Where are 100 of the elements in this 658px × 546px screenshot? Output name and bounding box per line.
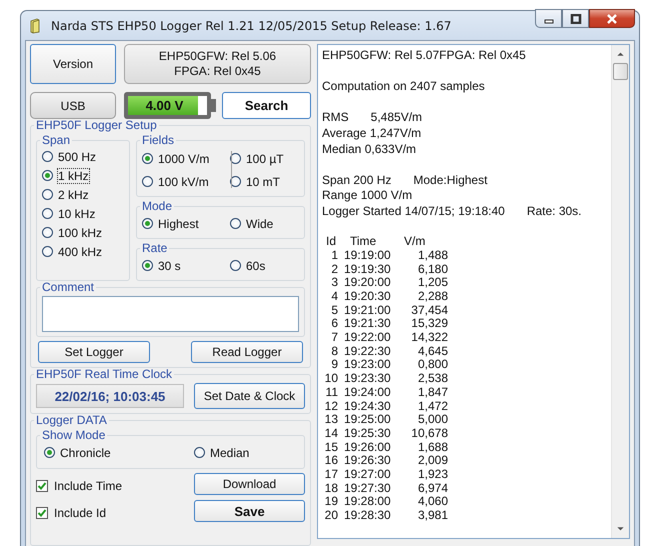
version-button[interactable]: Version [30,44,116,84]
table-cell-text: 10 [324,372,338,386]
table-cell-text: 19:27:30 [344,482,392,496]
table-cell-text: 19:23:00 [344,358,392,372]
radio-button[interactable] [142,260,153,271]
radio-button[interactable] [142,218,153,229]
table-cell-text: 19:21:00 [344,304,392,318]
table-cell-text: 19:27:00 [344,468,392,482]
scrollbar[interactable] [611,45,629,538]
table-cell-text: 12 [324,400,338,414]
radio-button[interactable] [42,189,53,200]
table-cell-text: 19:20:30 [344,290,392,304]
column-header: Id [326,235,338,249]
table-cell-text: 8 [330,344,338,358]
scroll-down-icon[interactable] [616,526,625,532]
radio-label: 10 kHz [58,206,96,220]
radio-button[interactable] [230,153,241,164]
table-cell-text: 14,322 [410,331,448,345]
table-cell-text: 13 [324,413,338,427]
table-cell-text: 1,923 [416,468,448,482]
checkbox[interactable] [36,480,48,492]
table-cell-text: 6,180 [416,262,448,276]
table-cell-text: 19:25:00 [344,413,392,427]
table-cell-text: 19:23:30 [344,372,392,386]
close-icon [606,14,618,24]
table-cell-text: 19:24:30 [344,400,392,414]
radio-button[interactable] [230,176,241,187]
table-cell-text: 1 [330,248,338,263]
set-date-clock-button[interactable]: Set Date & Clock [194,383,305,409]
scroll-thumb[interactable] [613,63,628,80]
battery-voltage: 4.00 V [144,97,184,115]
table-cell-text: 1,847 [416,386,448,400]
save-button[interactable]: Save [194,500,305,522]
set-logger-button[interactable]: Set Logger [38,341,150,363]
radio-button[interactable] [42,208,53,219]
table-cell-text: 1,488 [416,248,448,263]
scroll-up-icon[interactable] [616,51,625,57]
table-cell-text: 0,800 [416,358,448,372]
table-cell-text: 2,288 [416,290,448,304]
minimize-button[interactable] [535,9,562,28]
table-cell-text: 7 [330,331,338,345]
table-cell-text: 4 [330,290,338,304]
group-title: EHP50F Logger Setup [35,119,158,132]
radio-button[interactable] [230,218,241,229]
table-cell-text: 14 [324,426,338,441]
radio-button[interactable] [42,170,53,181]
table-cell-text: 19:21:30 [344,317,392,332]
radio-button[interactable] [194,447,205,458]
radio-button[interactable] [44,447,55,458]
group-title: Logger DATA [35,414,108,427]
checkbox[interactable] [36,507,48,519]
comment-field[interactable] [42,296,299,332]
firmware-text: FPGA: Rel 0x45 [174,64,261,79]
radio-label: 100 kV/m [158,174,209,188]
usb-button[interactable]: USB [30,92,116,119]
maximize-button[interactable] [562,9,589,28]
table-cell-text: 4,645 [416,344,448,358]
firmware-text: EHP50GFW: Rel 5.06 [158,49,276,64]
output-text: 5,485V/m [370,110,422,124]
table-cell-text: 37,454 [410,304,448,318]
checkbox-label: Include Time [54,479,122,493]
table-cell-text: 19:24:00 [344,386,392,400]
table-cell-text: 2,538 [416,372,448,386]
column-header: Time [350,235,378,249]
output-text: Logger Started 14/07/15; 19:18:40 [322,204,505,218]
table-cell-text: 19:19:30 [344,262,392,276]
output-text: Span 200 Hz [322,172,392,187]
table-cell-text: 17 [324,468,338,482]
check-icon [37,481,47,491]
table-cell-text: 11 [324,386,338,400]
table-cell-text: 19:22:00 [344,331,392,345]
table-cell-text: 15 [324,440,338,454]
check-icon [37,508,47,518]
radio-button[interactable] [42,227,53,238]
radio-label: 30 s [158,258,181,272]
download-button[interactable]: Download [194,473,305,495]
search-button[interactable]: Search [222,92,311,119]
checkbox-label: Include Id [54,506,106,520]
table-cell-text: 5,000 [416,413,448,427]
table-cell-text: 20 [324,509,338,523]
table-cell-text: 1,205 [416,276,448,290]
read-logger-button[interactable]: Read Logger [191,341,303,363]
table-cell-text: 19:28:00 [344,495,392,510]
table-cell-text: 18 [324,482,338,496]
table-cell-text: 19:22:30 [344,344,392,358]
table-cell-text: 16 [324,454,338,468]
output-text: Computation on 2407 samples [322,79,485,94]
radio-button[interactable] [42,151,53,162]
group-title: EHP50F Real Time Clock [35,368,174,381]
radio-label: Wide [246,216,274,230]
group-title: Rate [141,242,168,255]
radio-button[interactable] [142,153,153,164]
group-title: Show Mode [41,429,106,442]
column-header: V/m [404,235,426,249]
group-title: Span [41,134,72,147]
radio-button[interactable] [142,176,153,187]
radio-button[interactable] [230,260,241,271]
radio-button[interactable] [42,246,53,257]
table-cell-text: 19:20:00 [344,276,392,290]
close-button[interactable] [589,9,635,28]
